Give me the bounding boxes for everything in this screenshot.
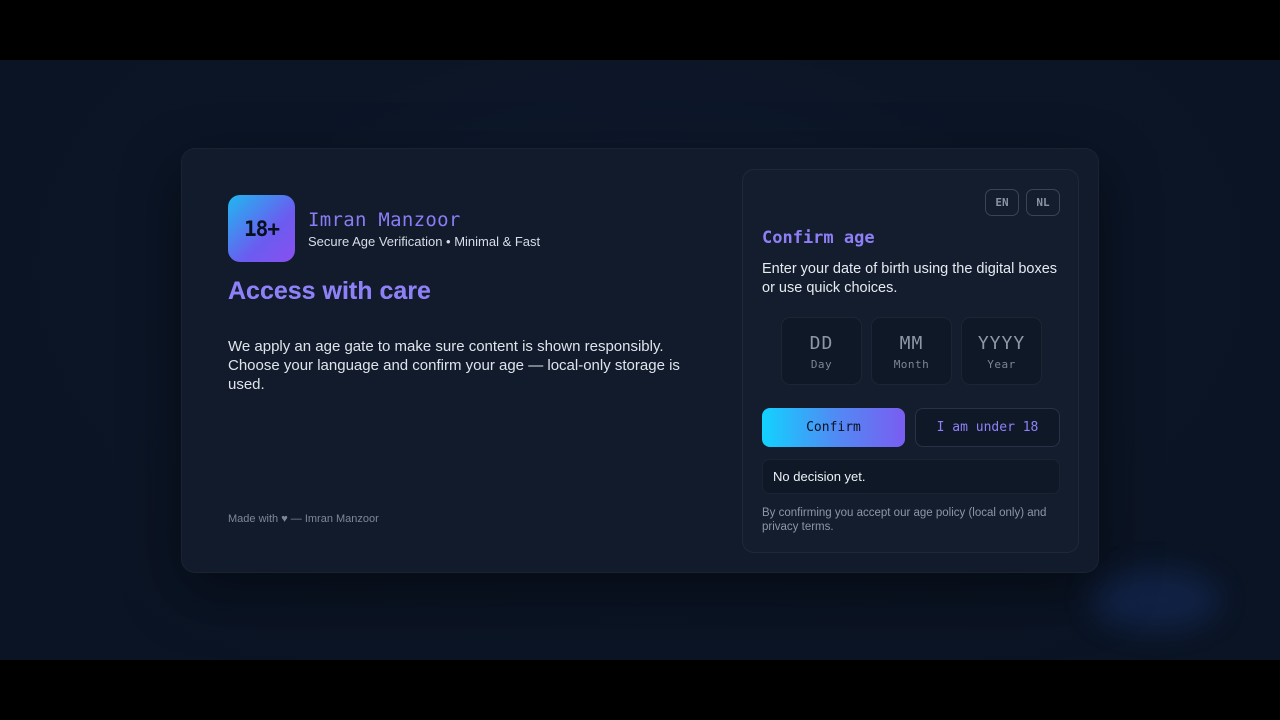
dob-year-field[interactable]: YYYY Year <box>961 317 1042 385</box>
dob-day-field[interactable]: DD Day <box>781 317 862 385</box>
dob-day-label: Day <box>810 358 833 371</box>
dob-month-placeholder: MM <box>899 333 924 354</box>
confirm-age-panel: EN NL Confirm age Enter your date of bir… <box>742 169 1079 553</box>
panel-description: Enter your date of birth using the digit… <box>762 261 1058 296</box>
under-18-button[interactable]: I am under 18 <box>915 408 1060 447</box>
brand-name: Imran Manzoor <box>308 209 461 231</box>
dob-year-label: Year <box>987 358 1016 371</box>
letterbox-bottom <box>0 660 1280 720</box>
letterbox-top <box>0 0 1280 60</box>
dob-month-field[interactable]: MM Month <box>871 317 952 385</box>
dob-year-placeholder: YYYY <box>977 333 1026 354</box>
page-background: 18+ Imran Manzoor Secure Age Verificatio… <box>0 60 1280 660</box>
dob-day-placeholder: DD <box>809 333 834 354</box>
dob-month-label: Month <box>893 358 930 371</box>
policy-note: By confirming you accept our age policy … <box>762 507 1047 533</box>
footer-credit: Made with ♥ — Imran Manzoor <box>228 513 379 525</box>
background-glow <box>1090 570 1220 630</box>
decision-status: No decision yet. <box>762 459 1060 494</box>
language-nl-button[interactable]: NL <box>1026 189 1060 216</box>
brand-tagline: Secure Age Verification • Minimal & Fast <box>308 234 541 249</box>
panel-title: Confirm age <box>762 228 875 248</box>
page-title: Access with care <box>228 277 431 305</box>
language-en-button[interactable]: EN <box>985 189 1019 216</box>
intro-text: We apply an age gate to make sure conten… <box>228 338 680 393</box>
age-badge-logo: 18+ <box>228 195 295 262</box>
age-gate-card: 18+ Imran Manzoor Secure Age Verificatio… <box>181 148 1099 573</box>
confirm-button[interactable]: Confirm <box>762 408 905 447</box>
